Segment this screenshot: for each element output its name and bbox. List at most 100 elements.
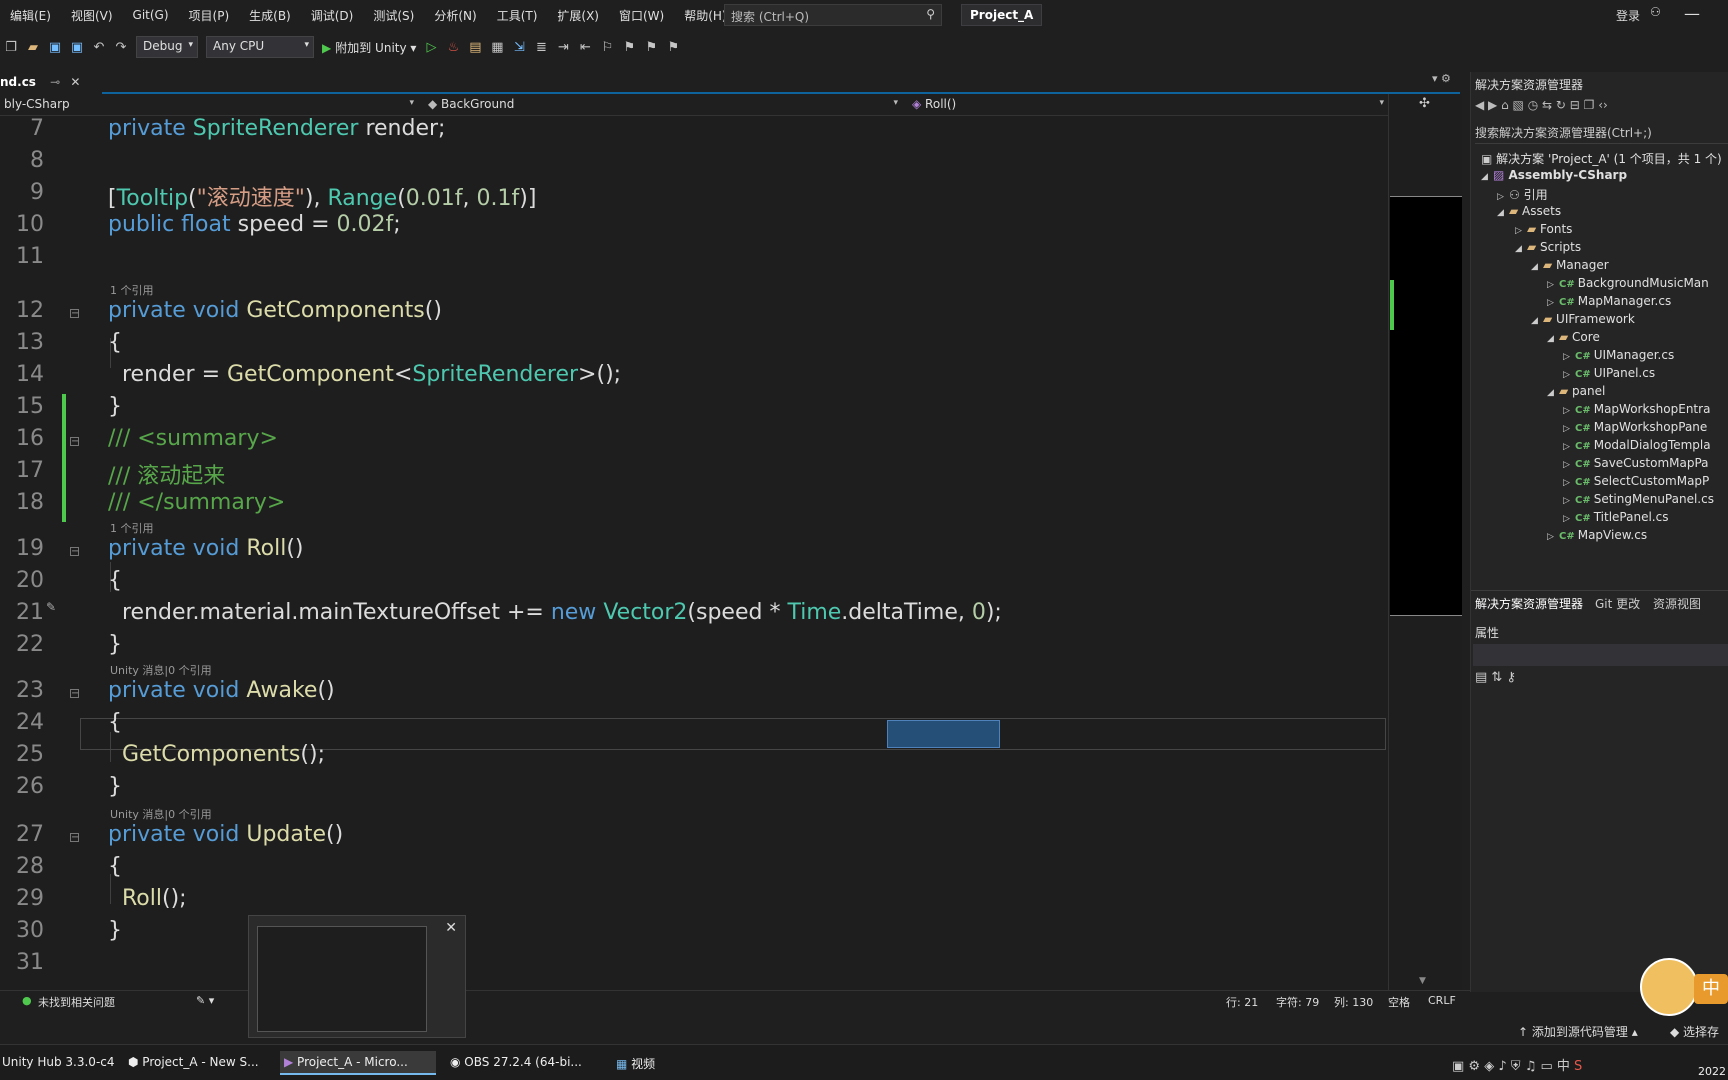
tree-references[interactable]: ▷ ⚇ 引用 [1497, 186, 1548, 204]
menu-window[interactable]: 窗口(W) [609, 7, 674, 24]
code-cleanup-icon[interactable]: ✎ ▾ [196, 994, 214, 1007]
line-ending-indicator[interactable]: CRLF [1428, 994, 1456, 1007]
back-icon[interactable]: ◀ [1475, 98, 1488, 112]
tab-solution-explorer[interactable]: 解决方案资源管理器 [1475, 595, 1583, 612]
sogou-icon[interactable]: S [1570, 1059, 1582, 1074]
menu-edit[interactable]: 编辑(E) [0, 7, 61, 24]
menu-tools[interactable]: 工具(T) [487, 7, 548, 24]
tab-resource-view[interactable]: 资源视图 [1653, 595, 1701, 612]
tree-folder-manager[interactable]: ◢ ▰ Manager [1531, 258, 1609, 276]
browse-icon[interactable]: ▤ [464, 40, 486, 55]
fold-icon[interactable]: − [70, 689, 79, 699]
tree-file[interactable]: ▷ C# BackgroundMusicMan [1547, 276, 1709, 294]
menu-analyze[interactable]: 分析(N) [424, 7, 486, 24]
taskbar-obs[interactable]: ◉ OBS 27.2.4 (64-bi... [446, 1051, 596, 1075]
format-icon[interactable]: ≣ [530, 40, 552, 55]
menu-git[interactable]: Git(G) [123, 8, 179, 22]
tree-folder-panel[interactable]: ◢ ▰ panel [1547, 384, 1605, 402]
copy-icon[interactable]: ❐ [1584, 98, 1599, 112]
row-indicator[interactable]: 行: 21 [1226, 994, 1258, 1010]
open-folder-icon[interactable]: ▰ [22, 40, 44, 55]
issues-status[interactable]: 未找到相关问题 [38, 994, 115, 1010]
split-icon[interactable]: ✣ [1419, 96, 1430, 111]
redo-icon[interactable]: ↷ [110, 40, 132, 55]
fold-icon[interactable]: − [70, 437, 79, 447]
taskbar-unity-hub[interactable]: Unity Hub 3.3.0-c4 [0, 1051, 115, 1075]
fold-icon[interactable]: − [70, 833, 79, 843]
tree-file[interactable]: ▷ C# UIManager.cs [1563, 348, 1674, 366]
refresh-icon[interactable]: ↻ [1556, 98, 1570, 112]
taskbar-unity-editor[interactable]: ⬢ Project_A - New S... [124, 1051, 274, 1075]
tree-folder-fonts[interactable]: ▷ ▰ Fonts [1515, 222, 1572, 240]
forward-icon[interactable]: ▶ [1488, 98, 1501, 112]
tree-folder-assets[interactable]: ◢ ▰ Assets [1497, 204, 1561, 222]
collapse-icon[interactable]: ⊟ [1570, 98, 1584, 112]
tree-solution[interactable]: ▣ 解决方案 'Project_A' (1 个项目，共 1 个) [1481, 150, 1722, 168]
undo-icon[interactable]: ↶ [88, 40, 110, 55]
code-editor[interactable]: 7 private SpriteRenderer render; 8 9 [Tool… [0, 116, 1390, 990]
step-icon[interactable]: ⇲ [508, 40, 530, 55]
solution-search-input[interactable]: 搜索解决方案资源管理器(Ctrl+;) [1475, 124, 1728, 144]
codelens-references[interactable]: 1 个引用 [110, 282, 154, 298]
new-item-icon[interactable]: ❐ [0, 40, 22, 55]
menu-project[interactable]: 项目(P) [179, 7, 240, 24]
close-icon[interactable]: ✕ [445, 920, 457, 936]
tray-icon[interactable]: ⚙ [1468, 1059, 1484, 1074]
tree-file[interactable]: ▷ C# ModalDialogTempla [1563, 438, 1711, 456]
save-all-icon[interactable]: ▣ [66, 40, 88, 55]
ime-mascot-avatar[interactable] [1640, 958, 1698, 1016]
fold-icon[interactable]: − [70, 309, 79, 319]
tree-file[interactable]: ▷ C# UIPanel.cs [1563, 366, 1655, 384]
bookmark-clear-icon[interactable]: ⚑ [662, 40, 684, 55]
shield-icon[interactable]: ⛨ [1511, 1059, 1525, 1074]
vs-icon[interactable]: ▧ [1513, 98, 1528, 112]
attach-unity-button[interactable]: ▶ 附加到 Unity ▾ [322, 39, 416, 56]
tray-icon[interactable]: ◈ [1484, 1059, 1498, 1074]
minimize-icon[interactable]: — [1684, 4, 1700, 23]
bookmark-next-icon[interactable]: ⚑ [640, 40, 662, 55]
pin-icon[interactable]: ⊸ [50, 75, 60, 89]
class-dropdown[interactable]: ◆ BackGround ▾ [424, 95, 902, 115]
search-input[interactable]: 搜索 (Ctrl+Q) ⚲ [724, 4, 942, 26]
tree-file[interactable]: ▷ C# MapWorkshopEntra [1563, 402, 1710, 420]
indent-icon[interactable]: ⇥ [552, 40, 574, 55]
tab-overflow-icon[interactable]: ▾ ⚙ [1432, 72, 1451, 85]
code-view-icon[interactable]: ‹› [1598, 98, 1608, 112]
start-without-debug-icon[interactable]: ▷ [420, 40, 442, 55]
tab-active-file[interactable]: nd.cs ⊸ ✕ [0, 72, 103, 94]
history-icon[interactable]: ◷ [1528, 98, 1542, 112]
outdent-icon[interactable]: ⇤ [574, 40, 596, 55]
taskbar-visual-studio[interactable]: ▶ Project_A - Micro... [280, 1051, 436, 1075]
quick-action-icon[interactable]: ✎ [46, 600, 56, 614]
member-dropdown[interactable]: ◈ Roll() ▾ [908, 95, 1388, 115]
microphone-icon[interactable]: ♪ [1498, 1059, 1510, 1074]
tab-git-changes[interactable]: Git 更改 [1595, 595, 1640, 612]
codelens-references[interactable]: 1 个引用 [110, 520, 154, 536]
codelens-unity-message[interactable]: Unity 消息|0 个引用 [110, 806, 212, 822]
tree-file[interactable]: ▷ C# TitlePanel.cs [1563, 510, 1668, 528]
tree-project[interactable]: ◢ ▨ Assembly-CSharp [1481, 168, 1627, 186]
categorized-icon[interactable]: ▤ [1475, 670, 1491, 685]
minimap-viewport[interactable] [1390, 196, 1462, 616]
scroll-down-icon[interactable]: ▼ [1419, 976, 1426, 986]
menu-test[interactable]: 测试(S) [363, 7, 424, 24]
alphabetical-icon[interactable]: ⇅ [1491, 670, 1506, 685]
minimap[interactable]: ✣ ▼ [1388, 94, 1462, 990]
fold-icon[interactable]: − [70, 547, 79, 557]
tree-file[interactable]: ▷ C# MapView.cs [1547, 528, 1647, 546]
bookmark-prev-icon[interactable]: ⚑ [618, 40, 640, 55]
properties-object-selector[interactable] [1473, 644, 1728, 666]
tree-folder-scripts[interactable]: ◢ ▰ Scripts [1515, 240, 1581, 258]
char-indicator[interactable]: 字符: 79 [1276, 994, 1319, 1010]
ime-mascot-badge[interactable]: 中 [1694, 974, 1728, 1004]
column-indicator[interactable]: 列: 130 [1334, 994, 1373, 1010]
home-icon[interactable]: ⌂ [1501, 98, 1512, 112]
clock[interactable]: 2022 [1698, 1051, 1728, 1075]
whitespace-indicator[interactable]: 空格 [1388, 994, 1410, 1010]
tree-file[interactable]: ▷ C# SelectCustomMapP [1563, 474, 1709, 492]
speaker-icon[interactable]: ♫ [1525, 1059, 1541, 1074]
layout-icon[interactable]: ▦ [486, 40, 508, 55]
property-pages-icon[interactable]: ⚷ [1506, 670, 1516, 685]
config-dropdown[interactable]: Debug ▾ [136, 36, 198, 58]
hot-reload-icon[interactable]: ♨ [442, 40, 464, 55]
